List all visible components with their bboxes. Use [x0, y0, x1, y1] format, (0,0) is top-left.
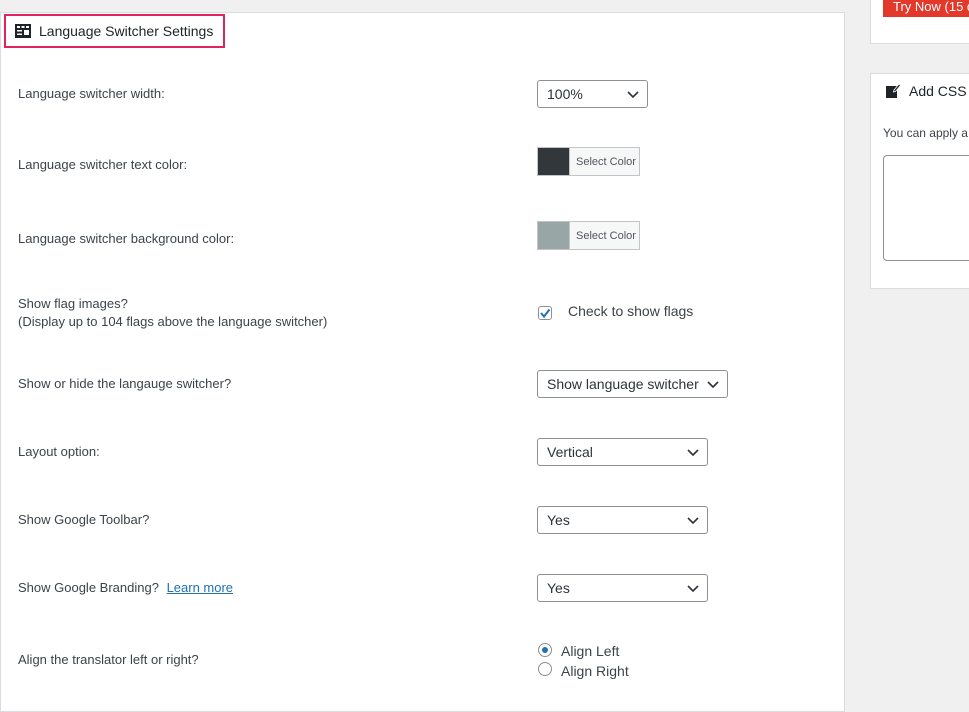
google-branding-select-value: Yes — [547, 580, 570, 596]
chevron-down-icon — [687, 517, 699, 525]
checkmark-icon — [540, 308, 551, 319]
google-branding-label: Show Google Branding? Learn more — [18, 579, 233, 597]
align-label: Align the translator left or right? — [18, 652, 199, 667]
align-left-radio[interactable] — [538, 643, 552, 657]
text-color-label: Language switcher text color: — [18, 157, 188, 172]
width-select[interactable]: 100% — [537, 80, 648, 108]
show-flags-checkbox[interactable] — [538, 306, 552, 320]
align-left-label[interactable]: Align Left — [561, 643, 619, 659]
align-right-radio[interactable] — [538, 662, 552, 676]
layout-label: Layout option: — [18, 444, 100, 459]
edit-note-icon — [886, 83, 901, 98]
panel-title: Language Switcher Settings — [4, 14, 225, 48]
show-flags-checkbox-label[interactable]: Check to show flags — [568, 303, 693, 319]
google-toolbar-label: Show Google Toolbar? — [18, 512, 150, 527]
background-color-label: Language switcher background color: — [18, 231, 235, 246]
add-css-box: Add CSS S You can apply a — [870, 73, 969, 289]
settings-table-icon — [15, 24, 31, 38]
width-select-value: 100% — [547, 86, 583, 102]
background-color-button-label: Select Color — [569, 222, 636, 249]
text-color-picker-button[interactable]: Select Color — [537, 147, 640, 176]
add-css-title-text: Add CSS S — [909, 83, 969, 99]
trial-box: Try Now (15 d — [870, 0, 969, 44]
google-branding-select[interactable]: Yes — [537, 574, 708, 602]
show-hide-select[interactable]: Show language switcher — [537, 370, 728, 398]
panel-title-text: Language Switcher Settings — [39, 23, 214, 39]
flags-label: Show flag images? (Display up to 104 fla… — [18, 295, 327, 331]
flags-label-line2: (Display up to 104 flags above the langu… — [18, 314, 328, 329]
chevron-down-icon — [687, 449, 699, 457]
language-switcher-settings-panel: Language Switcher Settings — [0, 12, 845, 712]
text-color-button-label: Select Color — [569, 148, 636, 175]
background-color-picker-button[interactable]: Select Color — [537, 221, 640, 250]
background-color-swatch — [538, 222, 569, 249]
google-toolbar-select[interactable]: Yes — [537, 506, 708, 534]
chevron-down-icon — [707, 381, 719, 389]
flags-label-line1: Show flag images? — [18, 296, 128, 311]
try-now-button[interactable]: Try Now (15 d — [883, 0, 969, 17]
google-branding-label-text: Show Google Branding? — [18, 580, 159, 595]
google-toolbar-select-value: Yes — [547, 512, 570, 528]
width-label: Language switcher width: — [18, 86, 165, 101]
align-right-label[interactable]: Align Right — [561, 663, 629, 679]
chevron-down-icon — [627, 91, 639, 99]
show-hide-select-value: Show language switcher — [547, 376, 699, 392]
layout-select-value: Vertical — [547, 444, 593, 460]
add-css-description: You can apply a — [883, 126, 968, 140]
add-css-title: Add CSS S — [885, 83, 969, 99]
layout-select[interactable]: Vertical — [537, 438, 708, 466]
learn-more-link[interactable]: Learn more — [167, 580, 233, 595]
custom-css-textarea[interactable] — [883, 155, 969, 261]
show-hide-label: Show or hide the langauge switcher? — [18, 376, 232, 391]
text-color-swatch — [538, 148, 569, 175]
chevron-down-icon — [687, 585, 699, 593]
